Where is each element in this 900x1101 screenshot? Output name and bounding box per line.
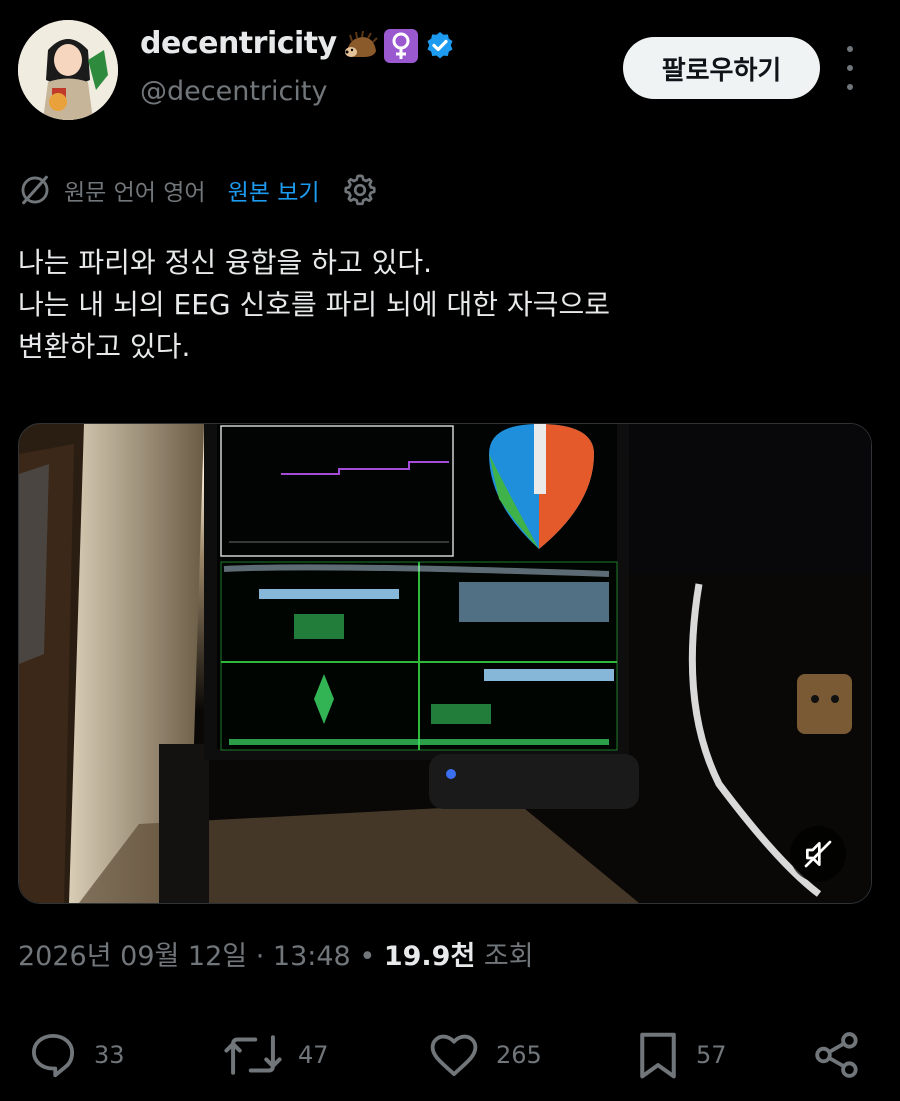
video-frame	[19, 424, 871, 903]
meta-separator: ·	[255, 941, 265, 972]
reply-icon	[31, 1033, 75, 1078]
like-button[interactable]: 265	[426, 1020, 542, 1090]
follow-button[interactable]: 팔로우하기	[623, 37, 820, 99]
views-count[interactable]: 19.9천	[384, 941, 475, 972]
meta-dot: •	[359, 941, 376, 972]
gear-icon[interactable]	[342, 172, 378, 208]
like-count: 265	[496, 1041, 542, 1069]
female-sign-icon	[384, 29, 418, 63]
user-handle[interactable]: @decentricity	[140, 76, 327, 107]
avatar[interactable]	[18, 20, 118, 120]
action-bar: 33 47 265 57	[0, 1020, 900, 1090]
tweet-line: 변환하고 있다.	[18, 330, 191, 363]
video-player[interactable]	[18, 423, 872, 904]
repost-button[interactable]: 47	[222, 1020, 329, 1090]
repost-icon	[224, 1035, 282, 1075]
share-icon	[815, 1032, 858, 1078]
reply-count: 33	[94, 1041, 125, 1069]
views-label: 조회	[483, 941, 534, 972]
share-button[interactable]	[810, 1020, 864, 1090]
reply-button[interactable]: 33	[26, 1020, 125, 1090]
avatar-illustration	[18, 20, 118, 120]
tweet-text: 나는 파리와 정신 융합을 하고 있다. 나는 내 뇌의 EEG 신호를 파리 …	[18, 242, 878, 368]
display-name[interactable]: decentricity	[140, 26, 337, 61]
tweet-time[interactable]: 13:48	[273, 941, 351, 972]
tweet-line: 나는 내 뇌의 EEG 신호를 파리 뇌에 대한 자극으로	[18, 288, 610, 321]
tweet-line: 나는 파리와 정신 융합을 하고 있다.	[18, 246, 433, 279]
translation-bar: 원문 언어 영어 원본 보기	[18, 168, 378, 212]
more-vertical-icon[interactable]	[838, 46, 862, 90]
name-badges	[344, 29, 456, 63]
bookmark-button[interactable]: 57	[634, 1020, 727, 1090]
tweet-date[interactable]: 2026년 09월 12일	[18, 941, 247, 972]
globe-slash-icon	[21, 175, 49, 205]
tweet-meta: 2026년 09월 12일 · 13:48 • 19.9천 조회	[18, 934, 534, 973]
bookmark-icon	[640, 1032, 676, 1079]
source-language-label: 원문 언어 영어	[64, 180, 206, 206]
verified-badge-icon[interactable]	[424, 30, 456, 62]
speaker-muted-icon[interactable]	[790, 826, 846, 882]
repost-count: 47	[298, 1041, 329, 1069]
heart-icon	[430, 1034, 478, 1077]
view-original-link[interactable]: 원본 보기	[228, 173, 320, 207]
hedgehog-emoji-icon	[345, 31, 378, 57]
bookmark-count: 57	[696, 1041, 727, 1069]
